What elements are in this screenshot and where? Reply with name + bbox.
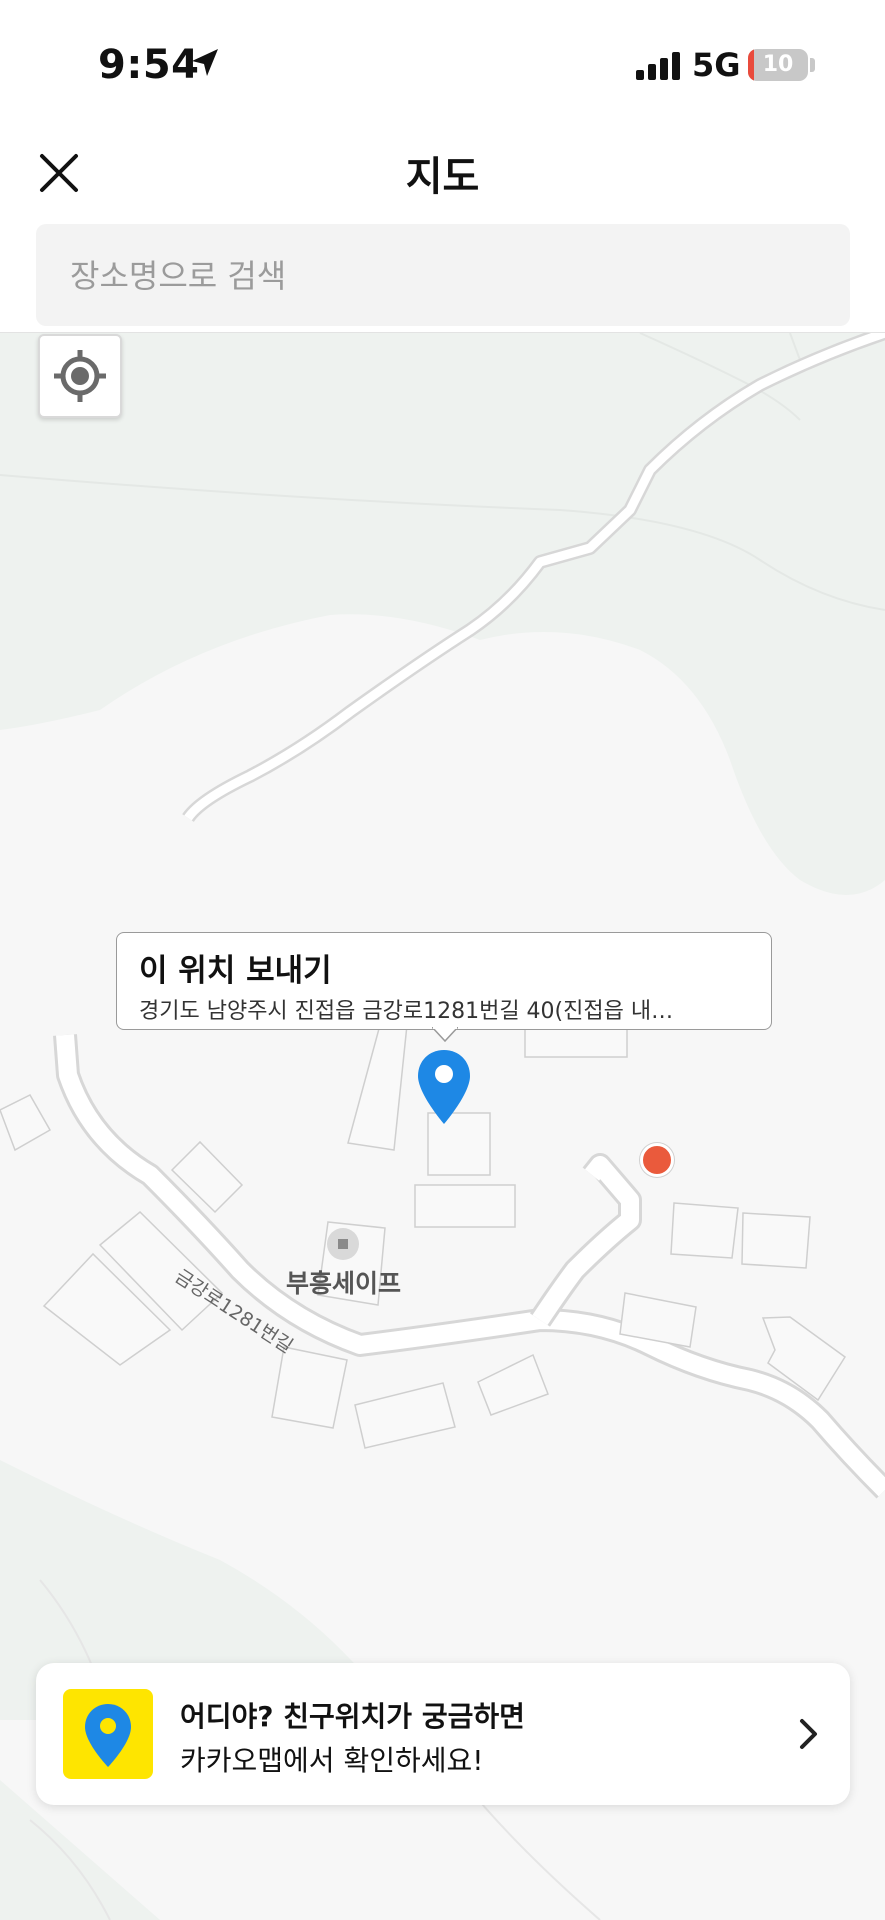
battery-percent: 10 [762, 52, 794, 77]
status-bar: 9:54 5G 10 [0, 0, 885, 130]
kakaomap-pin-icon [85, 1704, 131, 1767]
callout-tail [432, 1027, 458, 1043]
poi-icon[interactable] [327, 1228, 359, 1260]
banner-subtitle: 카카오맵에서 확인하세요! [180, 1744, 484, 1777]
page-title: 지도 [405, 154, 480, 200]
selected-location-pin-icon[interactable] [416, 1048, 472, 1126]
search-input[interactable] [68, 252, 812, 300]
poi-label[interactable]: 부흥세이프 [286, 1264, 401, 1300]
callout-address: 경기도 남양주시 진접읍 금강로1281번길 40(진접읍 내… [139, 999, 674, 1024]
kakaomap-banner[interactable]: 어디야? 친구위치가 궁금하면 카카오맵에서 확인하세요! [36, 1663, 850, 1805]
callout-title: 이 위치 보내기 [139, 953, 332, 989]
current-location-icon [54, 350, 106, 402]
status-time: 9:54 [98, 42, 200, 88]
kakaomap-app-icon [63, 1689, 153, 1779]
network-type: 5G [692, 46, 741, 84]
current-location-button[interactable] [38, 334, 122, 418]
location-marker[interactable] [640, 1143, 674, 1177]
signal-icon [636, 52, 680, 80]
battery-icon: 10 [748, 49, 808, 81]
banner-title: 어디야? 친구위치가 궁금하면 [180, 1700, 525, 1733]
location-arrow-icon [192, 49, 218, 76]
header: 지도 [0, 130, 885, 333]
chevron-right-icon [800, 1719, 817, 1749]
battery-tip [810, 58, 815, 72]
send-location-callout[interactable]: 이 위치 보내기 경기도 남양주시 진접읍 금강로1281번길 40(진접읍 내… [116, 932, 772, 1030]
search-box[interactable] [36, 224, 850, 326]
